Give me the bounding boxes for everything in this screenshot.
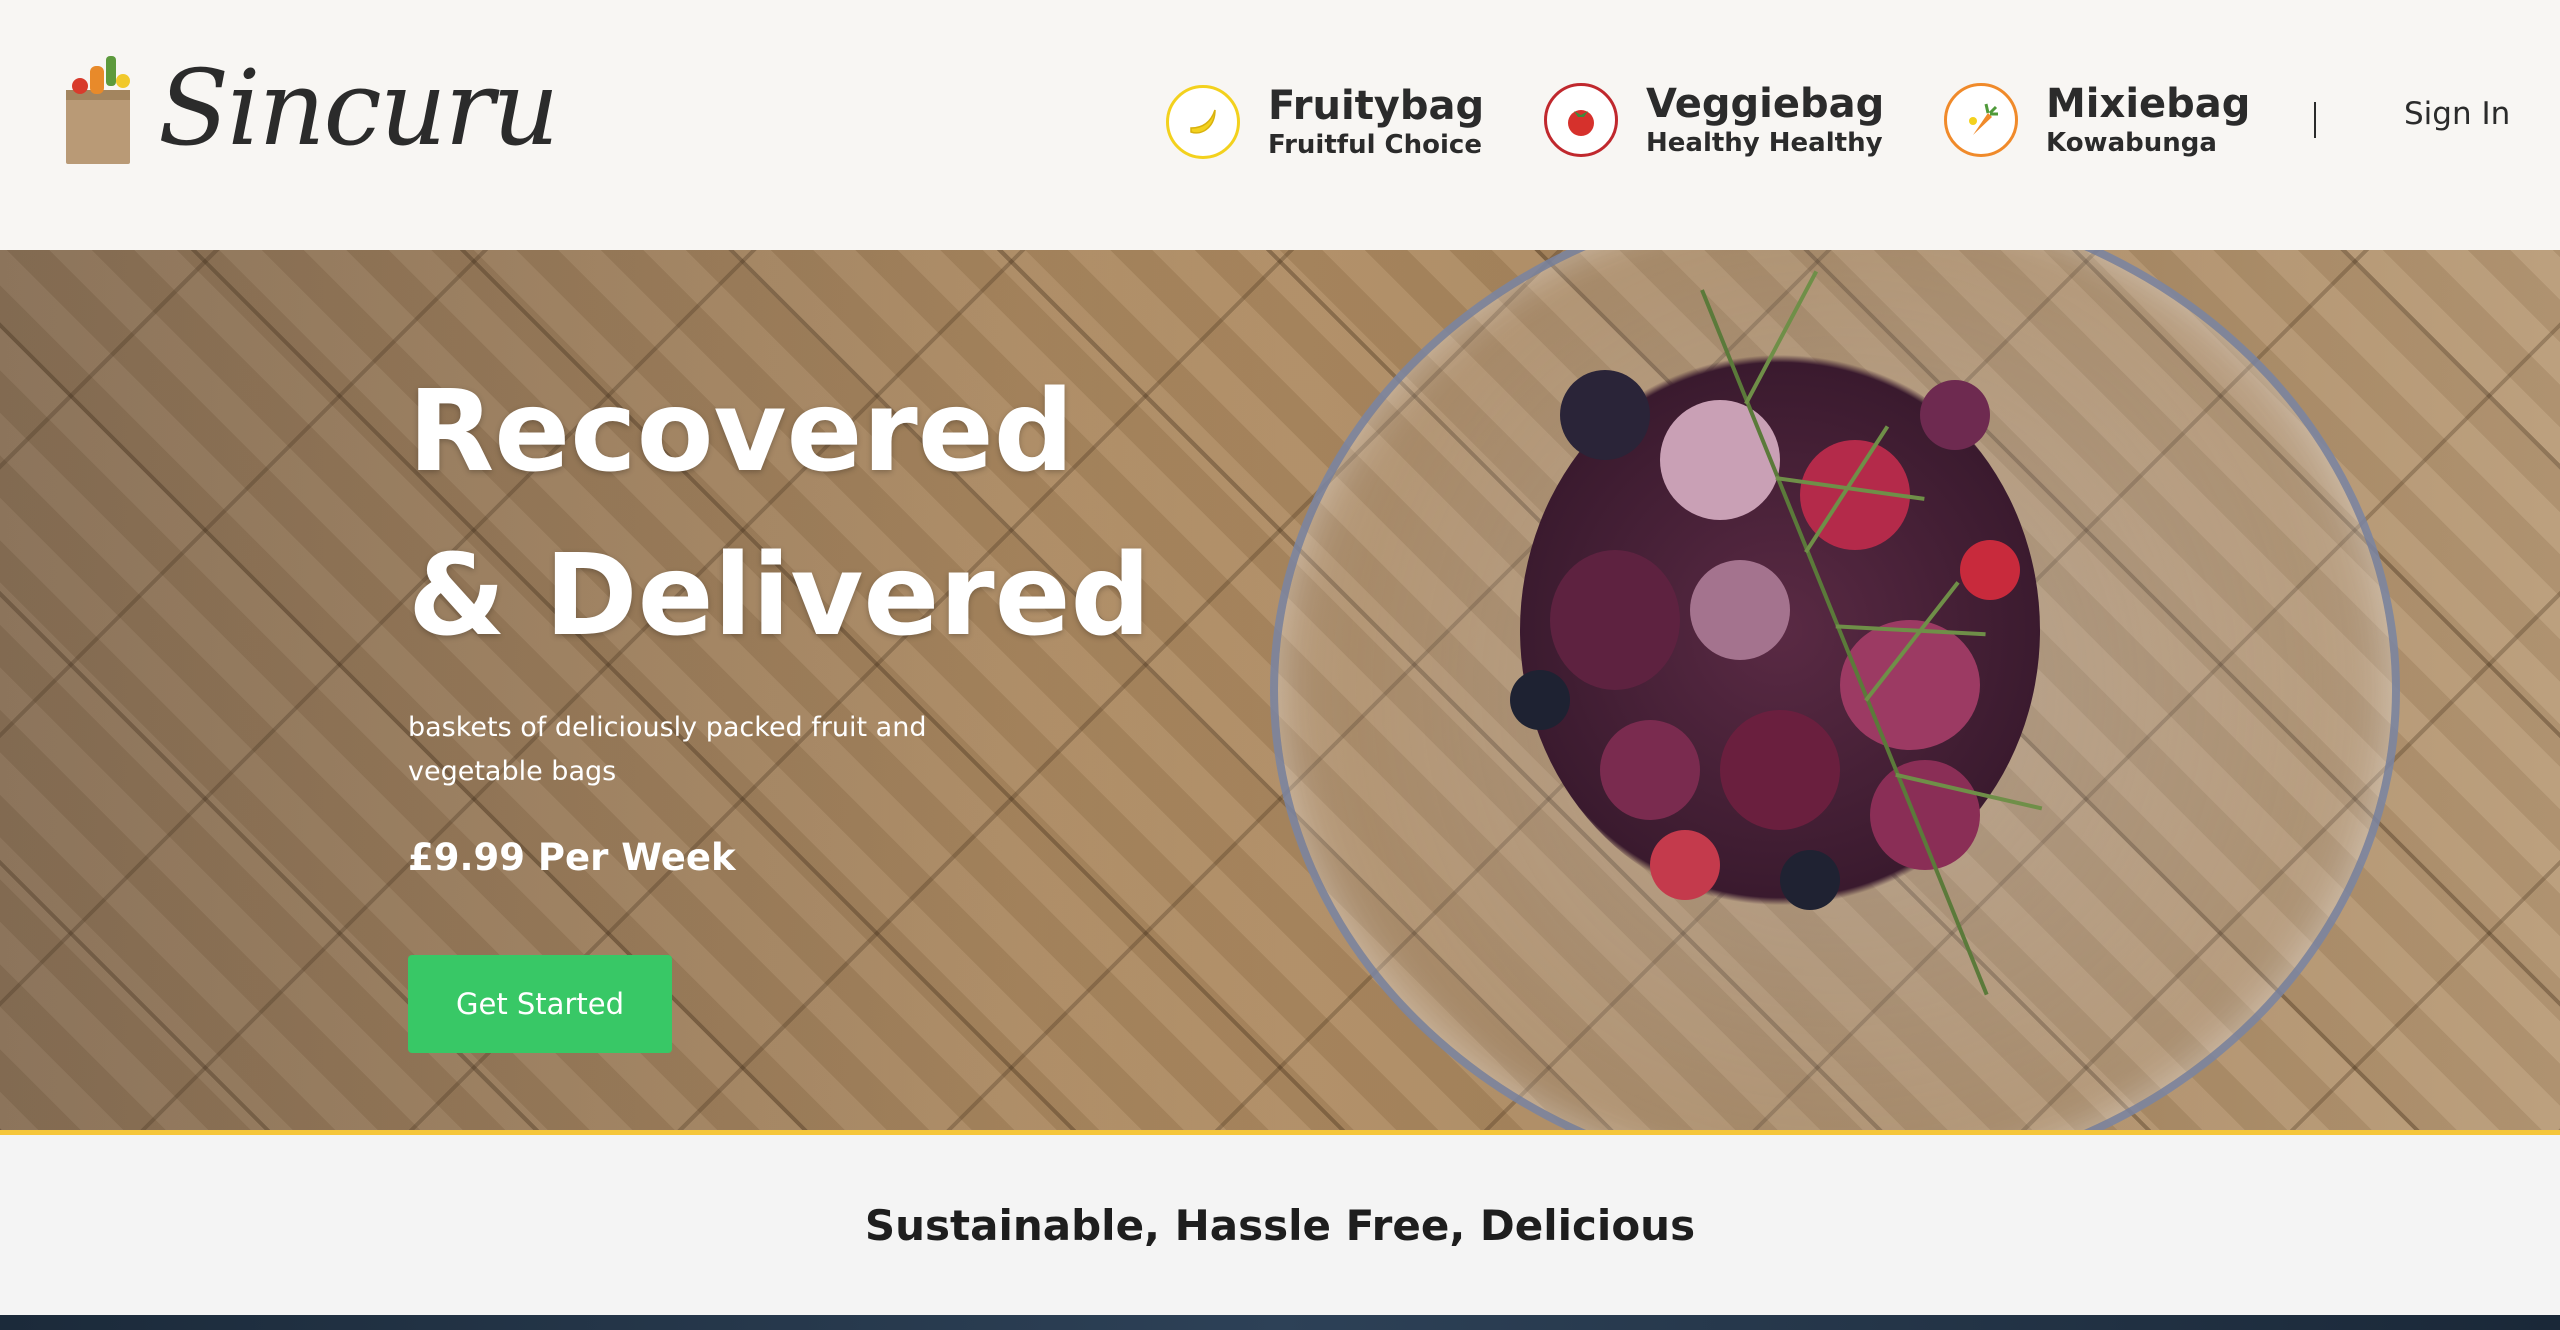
nav-item-title: Mixiebag <box>2046 81 2251 127</box>
brand-name: Sincuru <box>158 47 559 169</box>
nav-item-veggiebag[interactable]: Veggiebag Healthy Healthy <box>1544 76 1884 164</box>
nav-item-title: Veggiebag <box>1646 81 1885 127</box>
hero-section: Recovered & Delivered baskets of delicio… <box>0 250 2560 1134</box>
sign-in-link[interactable]: Sign In <box>2404 96 2510 132</box>
next-section-preview <box>0 1315 2560 1330</box>
nav-item-subtitle: Fruitful Choice <box>1268 130 1482 160</box>
hero-description: baskets of deliciously packed fruit and … <box>408 712 927 787</box>
hero-title-line1: Recovered <box>408 367 1074 497</box>
carrot-icon <box>1944 83 2018 157</box>
nav-item-subtitle: Kowabunga <box>2046 128 2217 158</box>
banana-icon <box>1166 85 1240 159</box>
tomato-icon <box>1544 83 1618 157</box>
nav-item-mixiebag[interactable]: Mixiebag Kowabunga <box>1944 76 2250 164</box>
hero-title-line2: & Delivered <box>408 531 1151 661</box>
tagline-section: Sustainable, Hassle Free, Delicious <box>0 1135 2560 1315</box>
hero-price: £9.99 Per Week <box>408 836 736 879</box>
nav-item-fruitybag[interactable]: Fruitybag Fruitful Choice <box>1166 78 1484 166</box>
nav-item-title: Fruitybag <box>1268 83 1485 129</box>
berries-image <box>1400 290 2180 1080</box>
hero-content: Recovered & Delivered baskets of delicio… <box>408 350 1151 1053</box>
site-header: Sincuru Fruitybag Fruitful Choice Veggie… <box>0 0 2560 250</box>
nav-item-subtitle: Healthy Healthy <box>1646 128 1883 158</box>
get-started-button[interactable]: Get Started <box>408 955 672 1053</box>
grocery-bag-icon <box>62 52 134 164</box>
nav-divider <box>2314 102 2316 138</box>
brand-logo[interactable]: Sincuru <box>62 47 559 169</box>
tagline: Sustainable, Hassle Free, Delicious <box>864 1200 1696 1250</box>
